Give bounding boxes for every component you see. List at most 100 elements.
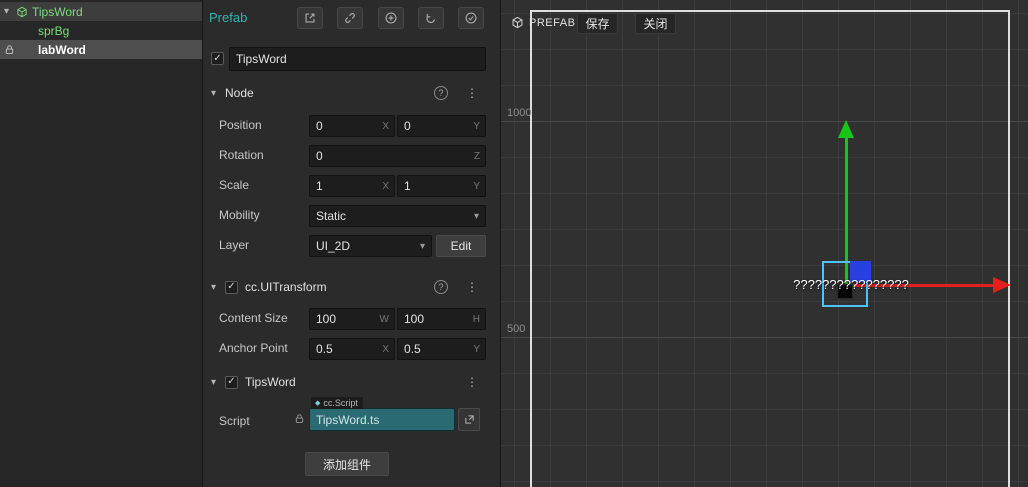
prefab-section-label: Prefab xyxy=(209,10,248,25)
content-size-h-field[interactable]: H xyxy=(397,308,486,330)
axis-x-suffix: X xyxy=(382,343,389,355)
anchor-point-label: Anchor Point xyxy=(219,341,288,355)
gizmo-x-arrowhead[interactable] xyxy=(993,277,1011,293)
node-section-title: Node xyxy=(225,86,254,100)
mobility-value: Static xyxy=(316,209,347,223)
prefab-apply-button[interactable] xyxy=(458,7,484,29)
rotation-z-field[interactable]: Z xyxy=(309,145,486,167)
chevron-down-icon[interactable]: ▾ xyxy=(211,88,225,99)
chevron-down-icon[interactable]: ▾ xyxy=(211,282,225,293)
content-size-label: Content Size xyxy=(219,311,288,325)
content-size-h-input[interactable] xyxy=(398,312,473,326)
chevron-down-icon: ▾ xyxy=(473,210,479,222)
rotation-z-input[interactable] xyxy=(310,149,474,163)
scale-x-input[interactable] xyxy=(310,179,383,193)
menu-dots-icon[interactable]: ⋮ xyxy=(466,86,478,100)
prefab-edit-button[interactable] xyxy=(297,7,323,29)
axis-z-suffix: Z xyxy=(473,150,480,162)
script-asset-value: TipsWord.ts xyxy=(316,412,380,427)
anchor-x-input[interactable] xyxy=(310,342,383,356)
tipsword-enabled-checkbox[interactable]: ✓ xyxy=(225,375,238,389)
add-component-button[interactable]: 添加组件 xyxy=(305,452,389,476)
position-y-field[interactable]: Y xyxy=(397,115,486,137)
close-label: 关闭 xyxy=(643,17,668,31)
menu-dots-icon[interactable]: ⋮ xyxy=(466,375,478,389)
prefab-cube-icon xyxy=(16,6,28,18)
ruler-label-500: 500 xyxy=(507,323,526,335)
anchor-y-input[interactable] xyxy=(398,342,474,356)
axis-w-suffix: W xyxy=(379,313,389,325)
open-external-icon xyxy=(305,13,315,23)
script-type-tag: ◆ cc.Script xyxy=(311,397,363,409)
tree-item-tipsword[interactable]: ▾ TipsWord xyxy=(0,2,202,21)
labword-scene-text[interactable]: ???????????????? xyxy=(781,277,921,292)
close-button[interactable]: 关闭 xyxy=(635,13,676,34)
prefab-locate-button[interactable] xyxy=(378,7,404,29)
tree-item-sprbg[interactable]: sprBg xyxy=(0,21,202,40)
node-name-input[interactable] xyxy=(230,52,485,66)
chevron-down-icon[interactable]: ▾ xyxy=(211,377,225,388)
uitransform-section-header[interactable]: ▾ ✓ cc.UITransform ? ⋮ xyxy=(203,276,500,298)
chevron-down-icon[interactable]: ▾ xyxy=(4,6,16,17)
scene-view[interactable]: 1000 500 PREFAB 保存 关闭 ???????????????? xyxy=(501,0,1028,487)
help-icon[interactable]: ? xyxy=(434,280,448,294)
rotate-ccw-icon xyxy=(426,13,436,23)
lock-icon[interactable] xyxy=(4,44,15,55)
scale-label: Scale xyxy=(219,178,250,192)
lock-icon xyxy=(294,413,305,427)
gizmo-y-arrowhead[interactable] xyxy=(838,120,854,138)
asset-picker-button[interactable] xyxy=(458,408,480,431)
uitransform-enabled-checkbox[interactable]: ✓ xyxy=(225,280,238,294)
layer-value: UI_2D xyxy=(316,239,351,253)
unlink-icon xyxy=(345,13,355,23)
layer-edit-label: Edit xyxy=(450,239,472,253)
script-type-label: cc.Script xyxy=(323,398,358,408)
tree-item-label: labWord xyxy=(38,42,86,57)
tree-item-labword[interactable]: labWord xyxy=(0,40,202,59)
anchor-y-field[interactable]: Y xyxy=(397,338,486,360)
node-active-checkbox[interactable]: ✓ xyxy=(211,52,224,65)
hierarchy-panel: ▾ TipsWord sprBg labWord xyxy=(0,0,203,487)
save-button[interactable]: 保存 xyxy=(577,13,618,34)
check-icon: ✓ xyxy=(227,376,236,387)
scale-x-field[interactable]: X xyxy=(309,175,395,197)
scale-y-input[interactable] xyxy=(398,179,474,193)
menu-dots-icon[interactable]: ⋮ xyxy=(466,280,478,294)
tipsword-section-header[interactable]: ▾ ✓ TipsWord ⋮ xyxy=(203,371,500,393)
position-x-field[interactable]: X xyxy=(309,115,395,137)
axis-y-suffix: Y xyxy=(473,180,480,192)
node-name-field[interactable] xyxy=(229,47,486,71)
check-circle-icon xyxy=(465,12,477,24)
help-icon[interactable]: ? xyxy=(434,86,448,100)
script-label: Script xyxy=(219,414,250,428)
scale-y-field[interactable]: Y xyxy=(397,175,486,197)
content-size-w-input[interactable] xyxy=(310,312,380,326)
uitransform-section-title: cc.UITransform xyxy=(245,280,327,294)
ruler-label-1000: 1000 xyxy=(507,107,532,119)
canvas-border xyxy=(530,10,1010,487)
plus-circle-icon xyxy=(385,12,397,24)
axis-x-suffix: X xyxy=(382,180,389,192)
tipsword-section-title: TipsWord xyxy=(245,375,296,389)
prefab-unlink-button[interactable] xyxy=(337,7,363,29)
check-icon: ✓ xyxy=(227,281,236,292)
cocos-editor-window: ▾ TipsWord sprBg labWord Prefab ✓ TipsWo… xyxy=(0,0,1028,487)
layer-edit-button[interactable]: Edit xyxy=(436,235,486,257)
position-x-input[interactable] xyxy=(310,119,383,133)
prefab-revert-button[interactable] xyxy=(418,7,444,29)
position-y-input[interactable] xyxy=(398,119,474,133)
node-section-header[interactable]: ▾ Node ? ⋮ xyxy=(203,82,500,104)
script-asset-field[interactable]: TipsWord.ts xyxy=(309,408,455,431)
add-component-label: 添加组件 xyxy=(322,457,371,472)
axis-y-suffix: Y xyxy=(473,120,480,132)
anchor-x-field[interactable]: X xyxy=(309,338,395,360)
save-label: 保存 xyxy=(585,17,610,31)
content-size-w-field[interactable]: W xyxy=(309,308,395,330)
prefab-badge-icon xyxy=(511,16,524,32)
layer-select[interactable]: UI_2D ▾ xyxy=(309,235,432,257)
mobility-select[interactable]: Static ▾ xyxy=(309,205,486,227)
chevron-down-icon: ▾ xyxy=(419,240,425,252)
layer-label: Layer xyxy=(219,238,250,252)
tree-item-label: sprBg xyxy=(38,23,70,38)
axis-x-suffix: X xyxy=(382,120,389,132)
